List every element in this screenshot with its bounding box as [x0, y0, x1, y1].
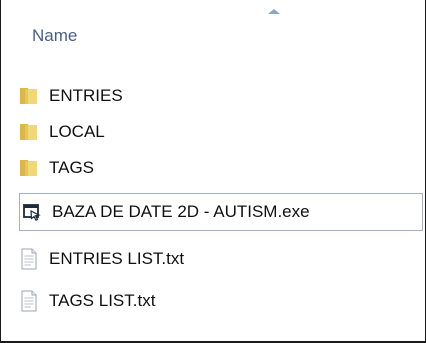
list-item-tags-folder[interactable]: TAGS — [19, 150, 423, 186]
file-name: TAGS LIST.txt — [49, 291, 156, 310]
file-list-pane: Name ENTRIES LOCAL TAGS BAZA DE DATE 2D … — [0, 0, 426, 343]
file-name: LOCAL — [49, 122, 105, 141]
list-item-entries-folder[interactable]: ENTRIES — [19, 78, 423, 114]
application-icon — [23, 204, 41, 221]
text-file-icon — [21, 290, 37, 312]
name-column-header[interactable]: Name — [32, 26, 77, 46]
folder-icon — [20, 88, 37, 104]
file-name: BAZA DE DATE 2D - AUTISM.exe — [52, 202, 310, 221]
folder-icon — [20, 124, 37, 140]
file-name: ENTRIES LIST.txt — [49, 249, 185, 268]
list-item-entries-list-txt[interactable]: ENTRIES LIST.txt — [19, 241, 423, 277]
text-file-icon — [21, 248, 37, 270]
folder-icon — [20, 160, 37, 176]
list-item-baza-de-date-exe[interactable]: BAZA DE DATE 2D - AUTISM.exe — [19, 193, 423, 231]
file-name: ENTRIES — [49, 86, 123, 105]
column-header[interactable]: Name — [1, 0, 425, 72]
list-item-tags-list-txt[interactable]: TAGS LIST.txt — [19, 283, 423, 319]
sort-ascending-icon — [268, 9, 280, 14]
file-name: TAGS — [49, 158, 95, 177]
list-item-local-folder[interactable]: LOCAL — [19, 114, 423, 150]
